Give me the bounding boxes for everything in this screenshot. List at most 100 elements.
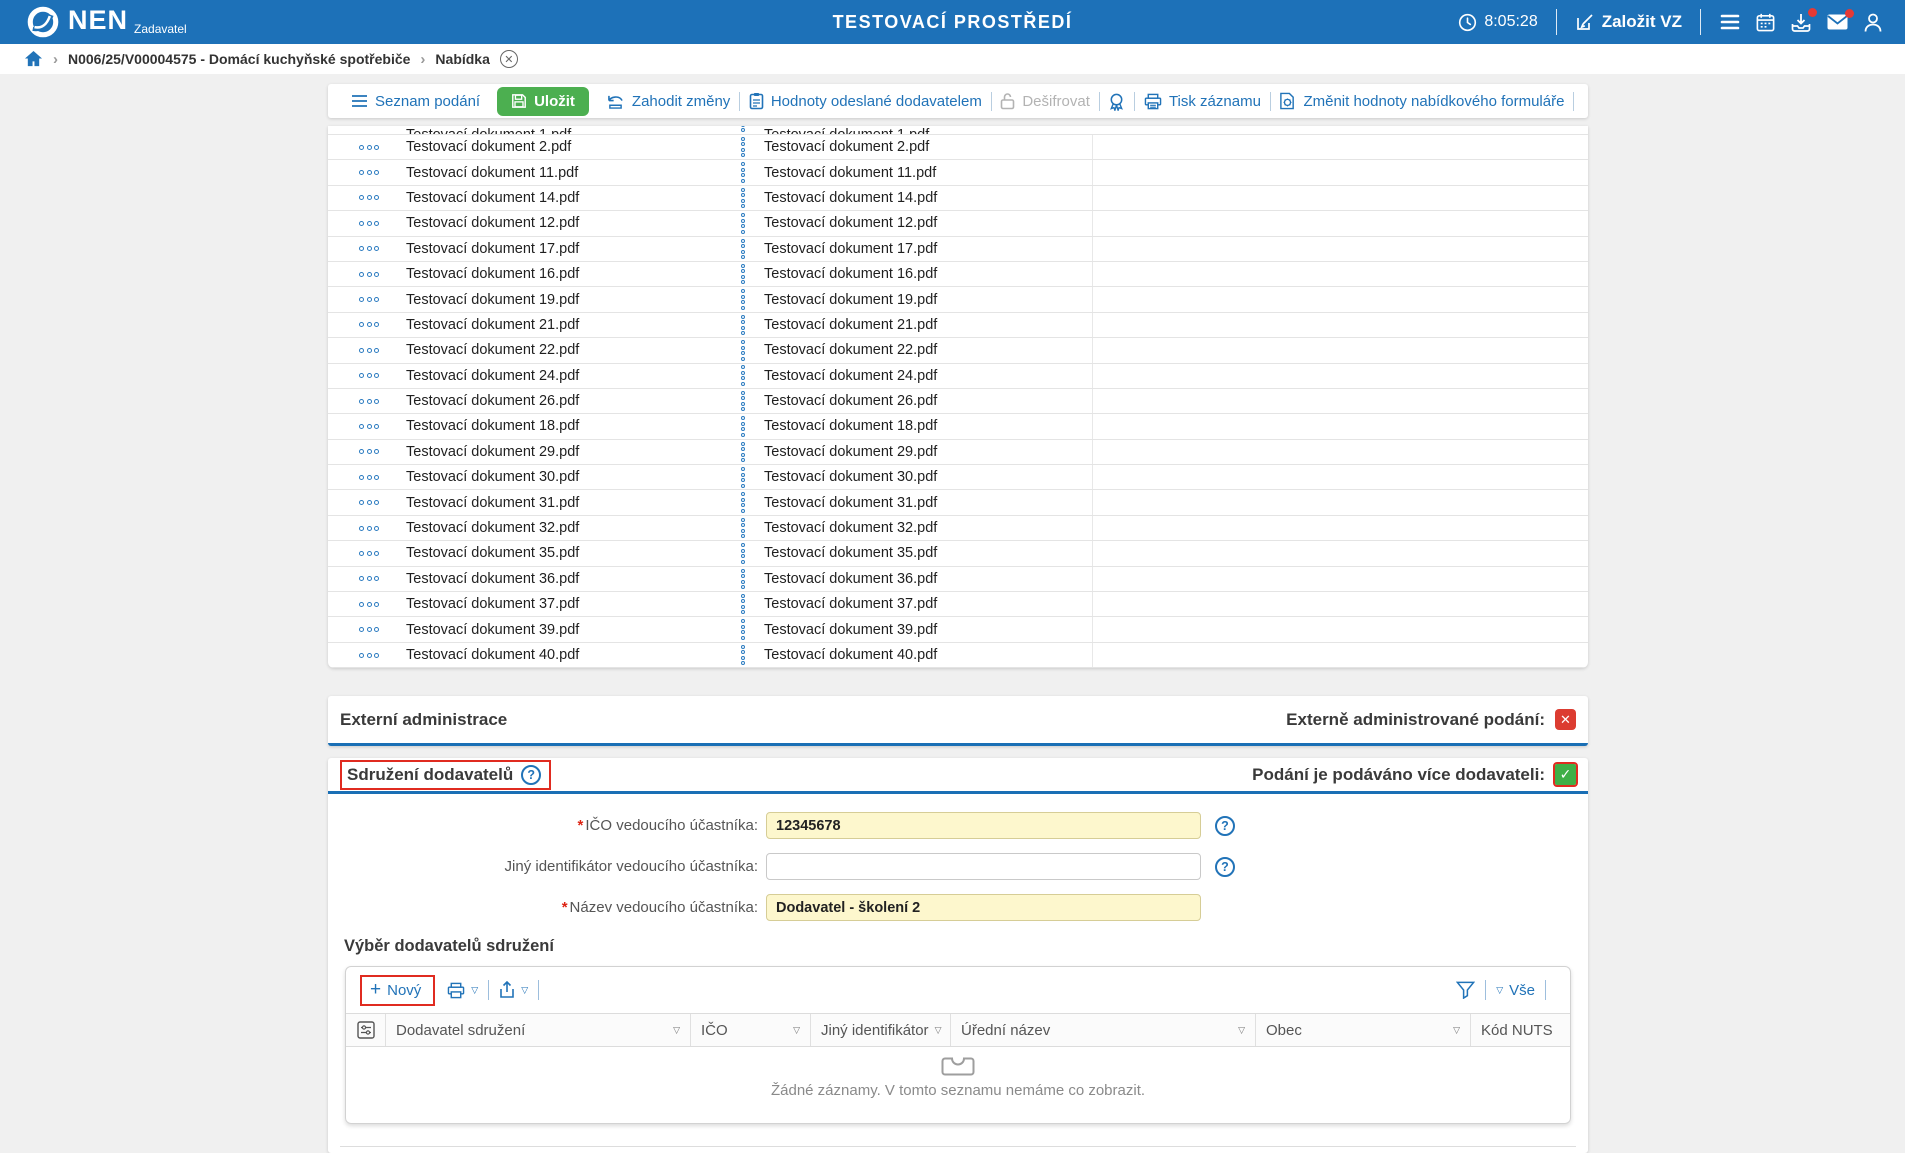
drag-handle-icon[interactable] xyxy=(730,593,756,615)
document-name[interactable]: Testovací dokument 14.pdf xyxy=(398,190,730,206)
document-file-name[interactable]: Testovací dokument 22.pdf xyxy=(756,342,1092,358)
document-file-name[interactable]: Testovací dokument 17.pdf xyxy=(756,241,1092,257)
row-menu-icon[interactable] xyxy=(340,322,398,328)
new-button[interactable]: + Nový xyxy=(370,980,421,999)
row-menu-icon[interactable] xyxy=(340,576,398,582)
column-header-kod-nuts[interactable]: Kód NUTS xyxy=(1471,1014,1570,1046)
drag-handle-icon[interactable] xyxy=(730,492,756,513)
drag-handle-icon[interactable] xyxy=(730,416,756,437)
document-file-name[interactable]: Testovací dokument 30.pdf xyxy=(756,469,1092,485)
document-file-name[interactable]: Testovací dokument 39.pdf xyxy=(756,622,1092,638)
drag-handle-icon[interactable] xyxy=(730,238,756,259)
user-button[interactable] xyxy=(1863,12,1883,33)
calendar-button[interactable] xyxy=(1755,12,1776,33)
row-menu-icon[interactable] xyxy=(340,423,398,429)
document-name[interactable]: Testovací dokument 32.pdf xyxy=(398,520,730,536)
document-name[interactable]: Testovací dokument 2.pdf xyxy=(398,139,730,155)
grid-print-button[interactable]: ▽ xyxy=(447,982,478,999)
sort-caret-icon[interactable]: ▽ xyxy=(673,1025,680,1036)
nen-logo[interactable]: NEN Zadavatel xyxy=(26,5,187,39)
sort-caret-icon[interactable]: ▽ xyxy=(793,1025,800,1036)
row-menu-icon[interactable] xyxy=(340,398,398,404)
green-check-checkbox[interactable]: ✓ xyxy=(1553,762,1578,787)
document-name[interactable]: Testovací dokument 30.pdf xyxy=(398,469,730,485)
document-file-name[interactable]: Testovací dokument 36.pdf xyxy=(756,571,1092,587)
help-icon[interactable]: ? xyxy=(521,764,542,785)
drag-handle-icon[interactable] xyxy=(730,543,756,564)
row-menu-icon[interactable] xyxy=(340,170,398,176)
row-menu-icon[interactable] xyxy=(340,220,398,226)
drag-handle-icon[interactable] xyxy=(730,390,756,412)
breadcrumb-item-procurement[interactable]: N006/25/V00004575 - Domácí kuchyňské spo… xyxy=(68,51,410,67)
document-name[interactable]: Testovací dokument 40.pdf xyxy=(398,647,730,663)
document-file-name[interactable]: Testovací dokument 31.pdf xyxy=(756,495,1092,511)
document-file-name[interactable]: Testovací dokument 16.pdf xyxy=(756,266,1092,282)
menu-button[interactable] xyxy=(1719,13,1741,31)
drag-handle-icon[interactable] xyxy=(730,619,756,640)
drag-handle-icon[interactable] xyxy=(730,213,756,234)
sort-caret-icon[interactable]: ▽ xyxy=(935,1025,942,1036)
filter-button[interactable] xyxy=(1456,981,1476,999)
sort-caret-icon[interactable]: ▽ xyxy=(1453,1025,1460,1036)
row-menu-icon[interactable] xyxy=(340,652,398,658)
document-file-name[interactable]: Testovací dokument 19.pdf xyxy=(756,292,1092,308)
grid-export-button[interactable]: ▽ xyxy=(499,981,528,999)
row-menu-icon[interactable] xyxy=(340,373,398,379)
drag-handle-icon[interactable] xyxy=(730,568,756,590)
row-menu-icon[interactable] xyxy=(340,297,398,303)
row-menu-icon[interactable] xyxy=(340,144,398,150)
drag-handle-icon[interactable] xyxy=(730,126,756,134)
drag-handle-icon[interactable] xyxy=(730,517,756,539)
row-menu-icon[interactable] xyxy=(340,246,398,252)
drag-handle-icon[interactable] xyxy=(730,467,756,488)
discard-changes-button[interactable]: Zahodit změny xyxy=(597,93,739,110)
document-name[interactable]: Testovací dokument 35.pdf xyxy=(398,545,730,561)
row-menu-icon[interactable] xyxy=(340,601,398,607)
create-vz-button[interactable]: Založit VZ xyxy=(1575,12,1682,32)
document-file-name[interactable]: Testovací dokument 32.pdf xyxy=(756,520,1092,536)
column-header-uredni-nazev[interactable]: Úřední název ▽ xyxy=(951,1014,1256,1046)
supplier-values-button[interactable]: Hodnoty odeslané dodavatelem xyxy=(740,92,991,110)
drag-handle-icon[interactable] xyxy=(730,263,756,285)
sort-caret-icon[interactable]: ▽ xyxy=(1238,1025,1245,1036)
red-x-badge-icon[interactable]: ✕ xyxy=(1555,709,1576,730)
drag-handle-icon[interactable] xyxy=(730,644,756,666)
row-menu-icon[interactable] xyxy=(340,195,398,201)
drag-handle-icon[interactable] xyxy=(730,289,756,310)
change-form-values-button[interactable]: Změnit hodnoty nabídkového formuláře xyxy=(1270,92,1573,110)
document-file-name[interactable]: Testovací dokument 14.pdf xyxy=(756,190,1092,206)
save-button[interactable]: Uložit xyxy=(497,86,589,116)
document-file-name[interactable]: Testovací dokument 1.pdf xyxy=(756,127,1092,134)
inbox-button[interactable] xyxy=(1790,7,1817,33)
column-header-obec[interactable]: Obec ▽ xyxy=(1256,1014,1471,1046)
document-file-name[interactable]: Testovací dokument 26.pdf xyxy=(756,393,1092,409)
list-of-submissions-button[interactable]: Seznam podání xyxy=(342,93,489,110)
decrypt-button[interactable]: Dešifrovat xyxy=(991,92,1099,110)
document-name[interactable]: Testovací dokument 1.pdf xyxy=(398,127,730,134)
document-file-name[interactable]: Testovací dokument 2.pdf xyxy=(756,139,1092,155)
drag-handle-icon[interactable] xyxy=(730,441,756,463)
close-tab-icon[interactable]: ✕ xyxy=(499,50,518,68)
document-name[interactable]: Testovací dokument 17.pdf xyxy=(398,241,730,257)
document-name[interactable]: Testovací dokument 29.pdf xyxy=(398,444,730,460)
document-name[interactable]: Testovací dokument 24.pdf xyxy=(398,368,730,384)
document-file-name[interactable]: Testovací dokument 29.pdf xyxy=(756,444,1092,460)
help-icon[interactable]: ? xyxy=(1215,815,1235,836)
home-icon[interactable] xyxy=(24,50,43,68)
document-name[interactable]: Testovací dokument 36.pdf xyxy=(398,571,730,587)
document-name[interactable]: Testovací dokument 16.pdf xyxy=(398,266,730,282)
document-file-name[interactable]: Testovací dokument 11.pdf xyxy=(756,165,1092,181)
ico-input[interactable] xyxy=(766,812,1201,839)
drag-handle-icon[interactable] xyxy=(730,365,756,386)
drag-handle-icon[interactable] xyxy=(730,187,756,209)
certificate-button[interactable] xyxy=(1099,92,1134,111)
row-menu-icon[interactable] xyxy=(340,271,398,277)
show-all-button[interactable]: ▽ Vše xyxy=(1496,982,1535,999)
row-menu-icon[interactable] xyxy=(340,500,398,506)
messages-button[interactable] xyxy=(1826,9,1854,31)
row-menu-icon[interactable] xyxy=(340,550,398,556)
document-name[interactable]: Testovací dokument 26.pdf xyxy=(398,393,730,409)
document-name[interactable]: Testovací dokument 37.pdf xyxy=(398,596,730,612)
row-menu-icon[interactable] xyxy=(340,347,398,353)
document-file-name[interactable]: Testovací dokument 37.pdf xyxy=(756,596,1092,612)
